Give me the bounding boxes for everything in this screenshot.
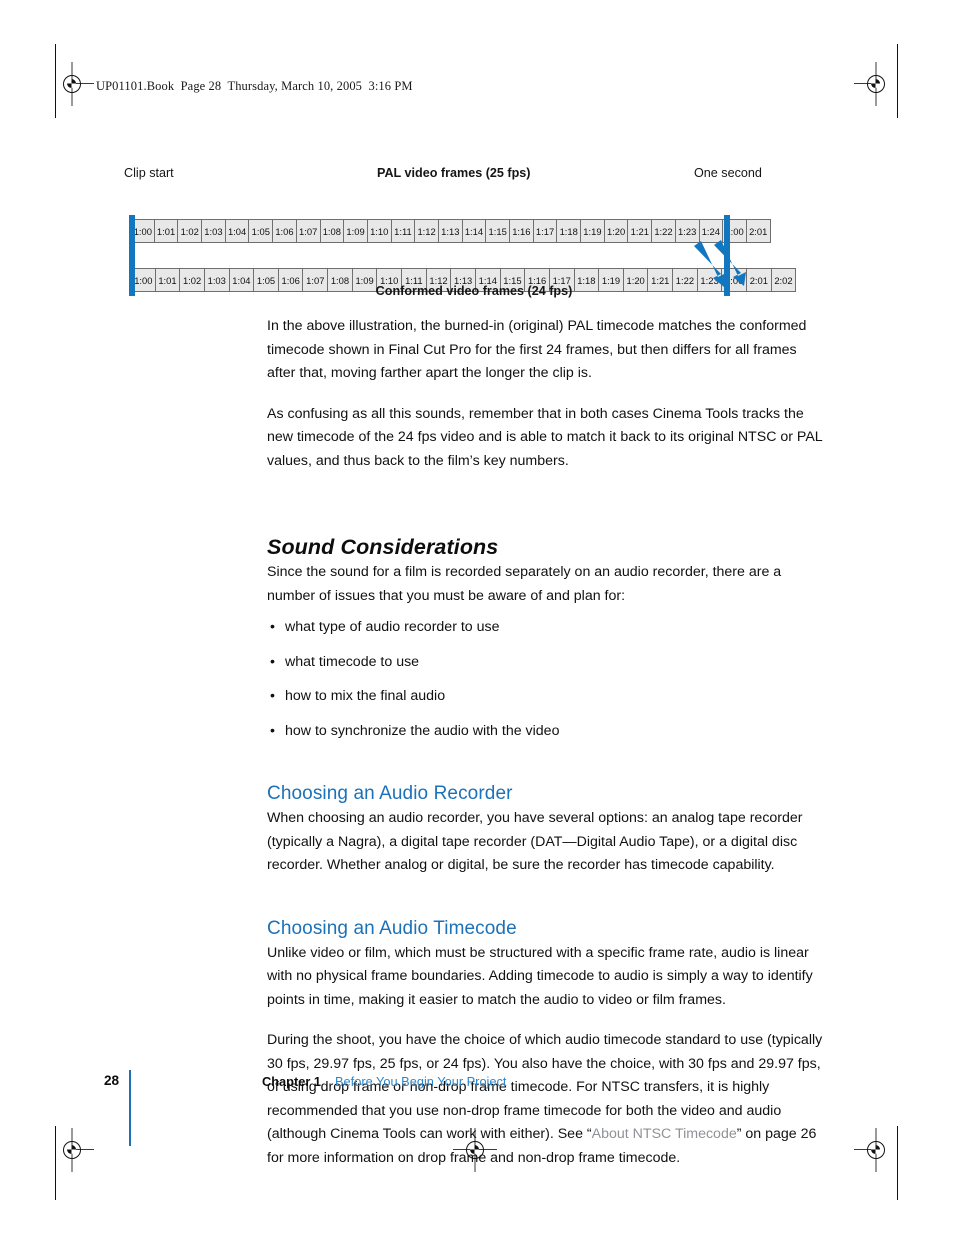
frame-cell: 1:05	[249, 219, 274, 243]
frame-cell: 1:19	[581, 219, 605, 243]
frame-cell: 1:12	[415, 219, 439, 243]
list-item: • what timecode to use	[267, 651, 823, 675]
frame-cell: 1:14	[462, 219, 487, 243]
figure-label-pal-title: PAL video frames (25 fps)	[377, 166, 531, 180]
section-heading-sound-considerations: Sound Considerations	[267, 535, 499, 559]
pal-frame-row: 1:00 1:01 1:02 1:03 1:04 1:05 1:06 1:07 1:08 1:09…	[131, 219, 771, 243]
frame-cell: 1:02	[178, 219, 203, 243]
paragraph-timecode-linear: Unlike video or film, which must be stru…	[267, 944, 813, 1008]
running-header: UP01101.Book Page 28 Thursday, March 10,…	[96, 79, 413, 93]
frame-cell: 1:21	[628, 219, 653, 243]
list-item: • what type of audio recorder to use	[267, 616, 823, 640]
page-footer: 28 Chapter 1 Before You Begin Your Proje…	[104, 1070, 844, 1150]
subsection-heading-choosing-audio-timecode: Choosing an Audio Timecode	[267, 917, 517, 939]
paragraph-cinema-tools-tracking: As confusing as all this sounds, remembe…	[267, 405, 823, 469]
frame-cell: 1:24	[699, 219, 724, 243]
frame-cell: 1:13	[438, 219, 463, 243]
registration-mark-top-right	[854, 62, 898, 106]
list-item: • how to synchronize the audio with the v…	[267, 720, 823, 744]
sound-issues-list: • what type of audio recorder to use • wha…	[267, 616, 823, 743]
frame-mapping-arrows	[694, 240, 746, 287]
footer-chapter-label: Chapter 1	[262, 1074, 322, 1089]
list-item-label: how to mix the final audio	[285, 688, 446, 704]
frame-cell: 1:04	[225, 219, 250, 243]
bullet-dot-icon: •	[270, 722, 275, 739]
frame-cell: 2:01	[746, 219, 771, 243]
paragraph-choosing-recorder: When choosing an audio recorder, you hav…	[267, 810, 803, 873]
timecode-comparison-figure: Clip start PAL video frames (25 fps) One…	[124, 166, 824, 298]
frame-cell: 1:16	[510, 219, 534, 243]
frame-cell: 1:10	[367, 219, 392, 243]
bullet-dot-icon: •	[270, 688, 275, 704]
frame-cell: 1:23	[675, 219, 700, 243]
list-item: • how to mix the final audio	[267, 685, 823, 709]
bullet-dot-icon: •	[270, 653, 275, 670]
footer-vertical-rule	[129, 1070, 131, 1146]
body-column: In the above illustration, the burned-in…	[267, 315, 823, 1187]
bullet-dot-icon: •	[270, 619, 275, 635]
page-number: 28	[104, 1073, 120, 1088]
frame-cell: 1:01	[154, 219, 179, 243]
frame-cell: 1:20	[604, 219, 629, 243]
subsection-choosing-audio-recorder: Choosing an Audio Recorder When choosing…	[267, 783, 823, 878]
frame-cell: 1:09	[344, 219, 368, 243]
frame-cell: 1:03	[202, 219, 226, 243]
figure-label-clip-start: Clip start	[124, 166, 174, 180]
frame-cell: 1:15	[486, 219, 510, 243]
registration-mark-top-left	[50, 62, 94, 106]
section-sound-considerations: Sound Considerations Since the sound for…	[267, 535, 823, 743]
list-item-label: how to synchronize the audio with the vi…	[285, 722, 560, 739]
figure-strip-area: 1:00 1:01 1:02 1:03 1:04 1:05 1:06 1:07 1:08 1:09…	[124, 188, 824, 296]
frame-cell: 1:07	[296, 219, 321, 243]
list-item-label: what timecode to use	[285, 653, 420, 670]
frame-cell: 1:18	[557, 219, 582, 243]
figure-label-one-second: One second	[694, 166, 762, 180]
frame-cell: 1:22	[652, 219, 676, 243]
frame-cell: 1:08	[320, 219, 345, 243]
footer-chapter-title: Before You Begin Your Project	[335, 1074, 507, 1089]
subsection-heading-choosing-audio-recorder: Choosing an Audio Recorder	[267, 783, 513, 804]
paragraph-sound-intro: Since the sound for a film is recorded s…	[267, 564, 782, 604]
frame-cell: 1:17	[533, 219, 558, 243]
registration-mark-bottom-right	[854, 1128, 898, 1172]
figure-caption: Conformed video frames (24 fps)	[375, 284, 573, 298]
paragraph-illustration-explain: In the above illustration, the burned-in…	[267, 318, 807, 381]
registration-mark-bottom-left	[50, 1128, 94, 1172]
frame-cell: 1:06	[273, 219, 297, 243]
frame-cell: 1:11	[391, 219, 416, 243]
figure-labels: Clip start PAL video frames (25 fps) One…	[124, 166, 824, 188]
list-item-label: what type of audio recorder to use	[285, 619, 500, 635]
